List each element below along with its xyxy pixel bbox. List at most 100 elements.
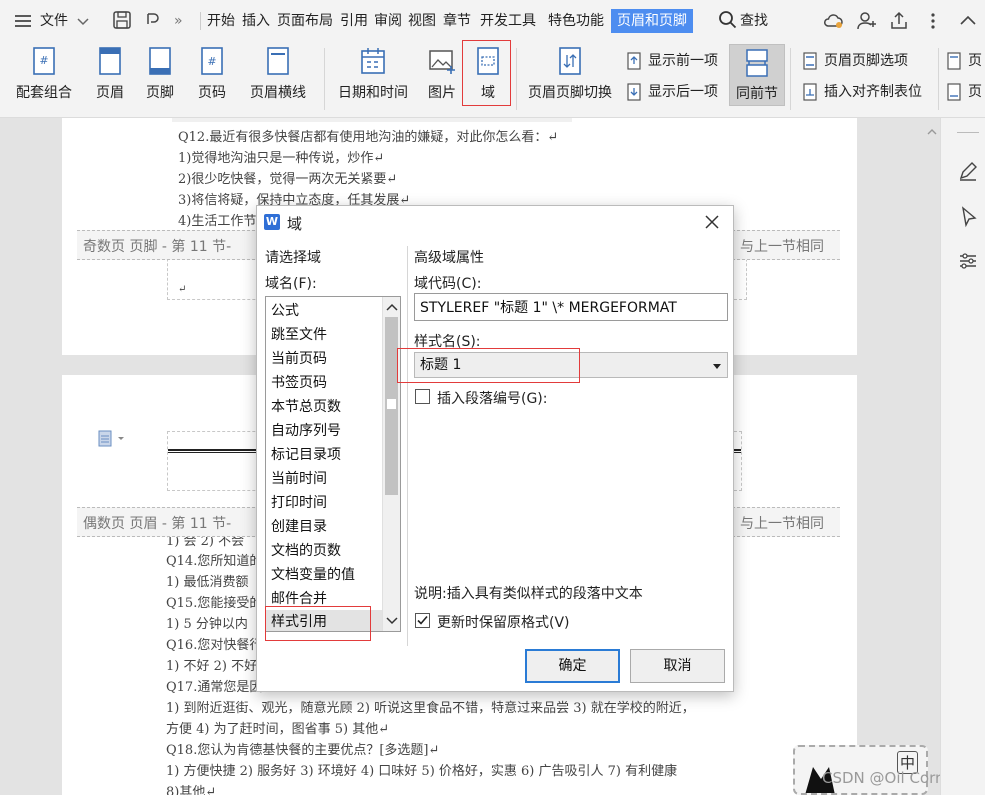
doc-line: Q16.您对快餐行 xyxy=(166,638,263,653)
tab-special[interactable]: 特色功能 xyxy=(548,9,604,33)
page-number-button[interactable]: # 页码 xyxy=(190,46,234,102)
save-icon[interactable] xyxy=(112,10,134,32)
list-item[interactable]: 跳至文件 xyxy=(271,324,327,344)
list-item[interactable]: 文档变量的值 xyxy=(271,564,355,584)
undo-icon[interactable] xyxy=(142,10,164,32)
side-divider xyxy=(957,132,979,133)
tab-insert[interactable]: 插入 xyxy=(242,9,270,33)
keep-format-label: 更新时保留原格式(V) xyxy=(437,615,570,631)
description-text: 说明:插入具有类似样式的段落中文本 xyxy=(414,586,643,602)
cloud-sync-icon[interactable] xyxy=(822,10,844,32)
more-options-icon[interactable] xyxy=(928,10,950,32)
list-item[interactable]: 标记目录项 xyxy=(271,444,341,464)
doc-line: 1) 不好 2) 不好 xyxy=(166,659,258,674)
header-button[interactable]: 页眉 xyxy=(88,46,132,102)
header-footer-options-icon xyxy=(803,52,817,70)
same-as-previous-button[interactable]: 同前节 xyxy=(729,44,785,106)
insert-paragraph-number-label: 插入段落编号(G): xyxy=(437,391,548,407)
header-line-icon xyxy=(267,47,289,75)
cancel-button[interactable]: 取消 xyxy=(630,649,725,683)
tab-section[interactable]: 章节 xyxy=(443,9,471,33)
odd-footer-label: 奇数页 页脚 - 第 11 节- xyxy=(83,239,232,255)
field-name-list[interactable]: 公式 跳至文件 当前页码 书签页码 本节总页数 自动序列号 标记目录项 当前时间… xyxy=(265,296,401,632)
search-label[interactable]: 查找 xyxy=(740,9,768,33)
add-user-icon[interactable] xyxy=(856,10,878,32)
ribbon-separator xyxy=(938,48,939,110)
doc-line: 1) 到附近逛街、观光，随意光顾 2) 听说这里食品不错，特意过来品尝 3) 就… xyxy=(166,701,695,716)
collapse-ribbon-icon[interactable] xyxy=(958,10,980,32)
tab-references[interactable]: 引用 xyxy=(340,9,368,33)
close-icon[interactable] xyxy=(703,213,721,235)
footer-button[interactable]: 页脚 xyxy=(138,46,182,102)
list-item[interactable]: 当前时间 xyxy=(271,468,327,488)
file-menu[interactable]: 文件 xyxy=(40,9,68,33)
list-item[interactable]: 打印时间 xyxy=(271,492,327,512)
switch-header-footer-icon xyxy=(559,47,581,75)
same-as-previous-icon xyxy=(746,49,768,77)
search-icon[interactable] xyxy=(718,10,740,32)
doc-line: 1)觉得地沟油只是一种传说，炒作↵ xyxy=(178,151,385,166)
list-item[interactable]: 文档的页数 xyxy=(271,540,341,560)
header-footer-options-button[interactable]: 页眉页脚选项 xyxy=(800,50,908,72)
tab-view[interactable]: 视图 xyxy=(408,9,436,33)
list-item[interactable]: 创建目录 xyxy=(271,516,327,536)
share-icon[interactable] xyxy=(888,10,910,32)
doc-line: 1) 方便快捷 2) 服务好 3) 环境好 4) 口味好 5) 价格好，实惠 6… xyxy=(166,764,678,779)
tab-page-layout[interactable]: 页面布局 xyxy=(277,9,333,33)
clipped-ribbon-item-2[interactable]: 页 xyxy=(944,81,982,103)
list-item[interactable]: 自动序列号 xyxy=(271,420,341,440)
field-code-input[interactable] xyxy=(414,293,728,321)
scroll-up-icon[interactable] xyxy=(383,299,401,315)
page-top-strip xyxy=(172,118,572,122)
cursor-icon[interactable] xyxy=(959,206,979,232)
wps-logo-icon: W xyxy=(264,214,280,230)
insert-paragraph-number-checkbox[interactable] xyxy=(415,389,430,404)
settings-sliders-icon[interactable] xyxy=(957,250,979,276)
date-time-button[interactable]: 日期和时间 xyxy=(334,46,412,102)
list-item[interactable]: 本节总页数 xyxy=(271,396,341,416)
chevron-down-icon[interactable] xyxy=(76,10,98,32)
style-name-highlight-box xyxy=(397,348,580,383)
tab-home[interactable]: 开始 xyxy=(207,9,235,33)
list-item[interactable]: 当前页码 xyxy=(271,348,327,368)
left-section-header: 请选择域 xyxy=(265,250,321,266)
match-combo-icon: # xyxy=(33,47,55,75)
ribbon-separator xyxy=(790,48,791,110)
picture-button[interactable]: 图片 xyxy=(420,46,464,102)
tab-developer[interactable]: 开发工具 xyxy=(480,9,536,33)
doc-line: 1) 最低消费额 xyxy=(166,575,249,590)
scroll-down-icon[interactable] xyxy=(383,613,401,629)
same-as-previous-label: 与上一节相同 xyxy=(740,516,824,532)
footer-icon xyxy=(149,47,171,75)
tab-header-footer[interactable]: 页眉和页脚 xyxy=(611,9,693,33)
list-item[interactable]: 公式 xyxy=(271,300,299,320)
dialog-title-bar[interactable]: W 域 xyxy=(257,206,733,240)
keep-format-checkbox[interactable] xyxy=(415,613,430,628)
insert-align-tab-button[interactable]: 插入对齐制表位 xyxy=(800,81,922,103)
header-line-button[interactable]: 页眉横线 xyxy=(242,46,314,102)
selected-field-highlight-box xyxy=(265,606,371,641)
switch-header-footer-button[interactable]: 页眉页脚切换 xyxy=(524,46,616,102)
page-icon xyxy=(947,52,961,70)
paragraph-mark: ↵ xyxy=(178,284,187,295)
svg-text:#: # xyxy=(39,54,48,67)
insert-align-tab-icon xyxy=(803,83,817,101)
clipped-ribbon-item-1[interactable]: 页 xyxy=(944,50,982,72)
calendar-icon xyxy=(361,48,385,74)
show-previous-icon xyxy=(627,52,641,70)
more-tabs-icon[interactable]: » xyxy=(174,9,183,33)
scroll-up-icon[interactable] xyxy=(927,124,937,135)
page-number-icon: # xyxy=(201,47,223,75)
list-item[interactable]: 书签页码 xyxy=(271,372,327,392)
show-previous-button[interactable]: 显示前一项 xyxy=(624,50,718,72)
pen-icon[interactable] xyxy=(957,160,979,186)
page-icon[interactable] xyxy=(98,429,128,453)
show-next-button[interactable]: 显示后一项 xyxy=(624,81,718,103)
hamburger-menu-icon[interactable] xyxy=(12,10,34,32)
match-combo-button[interactable]: # 配套组合 xyxy=(8,46,80,102)
ok-button[interactable]: 确定 xyxy=(525,649,620,683)
doc-line: 方便 4) 为了赶时间，图省事 5) 其他↵ xyxy=(166,722,390,737)
tab-review[interactable]: 审阅 xyxy=(374,9,402,33)
list-item[interactable]: 邮件合并 xyxy=(271,588,327,608)
field-code-label: 域代码(C): xyxy=(414,276,482,292)
